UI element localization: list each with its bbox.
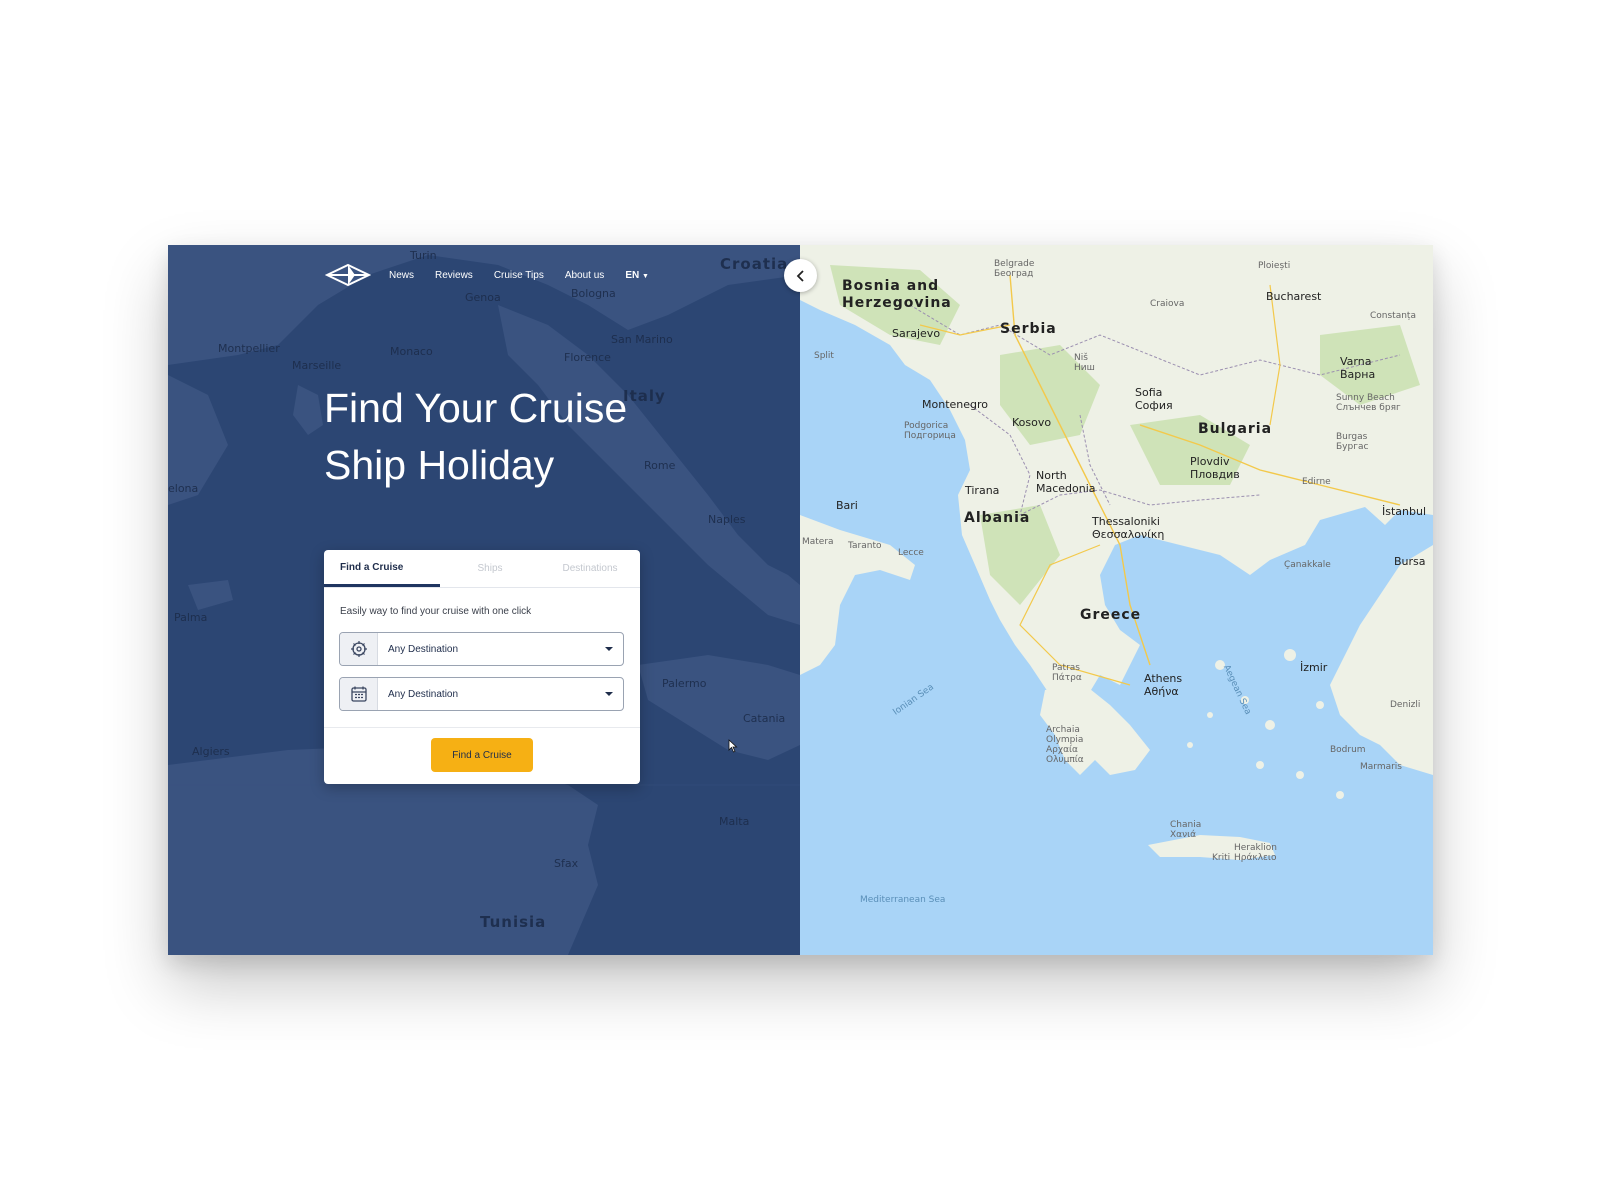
map-label-sunny-beach: Sunny Beach Слънчев бряг xyxy=(1336,393,1401,413)
map-label-sofia: Sofia София xyxy=(1135,386,1173,412)
compass-icon xyxy=(340,633,378,665)
hero-title: Find Your Cruise Ship Holiday xyxy=(324,380,664,494)
map-label-sarajevo: Sarajevo xyxy=(892,327,941,340)
tab-ships[interactable]: Ships xyxy=(440,550,540,587)
search-tabs: Find a Cruise Ships Destinations xyxy=(324,550,640,588)
map-label-monaco: Monaco xyxy=(390,345,433,358)
map-label-marmaris: Marmaris xyxy=(1360,762,1402,772)
map-label-craiova: Craiova xyxy=(1150,299,1185,309)
card-divider xyxy=(324,727,640,728)
map-label-edirne: Edirne xyxy=(1302,477,1331,487)
map-label-florence: Florence xyxy=(564,351,611,364)
map-label-malta: Malta xyxy=(719,815,750,828)
map-label-taranto: Taranto xyxy=(848,541,882,551)
map-label-greece: Greece xyxy=(1080,607,1142,623)
destination-select[interactable]: Any Destination xyxy=(339,632,624,666)
map-label-bosnia: Bosnia and Herzegovina xyxy=(842,278,952,311)
map-label-archaia: Archaia Olympia Αρχαία Ολυμπία xyxy=(1046,725,1084,765)
date-select-value: Any Destination xyxy=(388,688,459,700)
hero-title-line1: Find Your Cruise xyxy=(324,385,628,431)
left-panel: Croatia Turin Genoa Bologna Montpellier … xyxy=(168,245,800,955)
map-label-denizli: Denizli xyxy=(1390,700,1421,710)
map-label-san-marino: San Marino xyxy=(611,333,673,346)
map-label-marseille: Marseille xyxy=(292,359,342,372)
browser-frame: Croatia Turin Genoa Bologna Montpellier … xyxy=(168,245,1433,955)
map-label-bulgaria: Bulgaria xyxy=(1198,421,1273,437)
map-label-bodrum: Bodrum xyxy=(1330,745,1366,755)
map-label-north-macedonia: North Macedonia xyxy=(1036,469,1096,495)
map-label-constanta: Constanța xyxy=(1370,311,1416,321)
map-panel[interactable]: Bosnia and Herzegovina Serbia Sarajevo B… xyxy=(800,245,1433,955)
map-label-bari: Bari xyxy=(836,499,858,512)
map-label-ploiesti: Ploiești xyxy=(1258,261,1291,271)
map-label-patras: Patras Πάτρα xyxy=(1052,663,1082,683)
search-card-subtitle: Easily way to find your cruise with one … xyxy=(340,606,532,617)
map-label-montenegro: Montenegro xyxy=(922,398,989,411)
light-map-background xyxy=(800,245,1433,860)
map-label-palma: Palma xyxy=(174,611,208,624)
tab-destinations[interactable]: Destinations xyxy=(540,550,640,587)
calendar-icon xyxy=(340,678,378,710)
nav-link-cruise-tips[interactable]: Cruise Tips xyxy=(494,270,544,281)
map-label-catania: Catania xyxy=(743,712,786,725)
date-select[interactable]: Any Destination xyxy=(339,677,624,711)
map-label-varna: Varna Варна xyxy=(1340,355,1376,381)
map-label-palermo: Palermo xyxy=(662,677,707,690)
collapse-panel-button[interactable] xyxy=(784,259,817,292)
tab-find-a-cruise[interactable]: Find a Cruise xyxy=(324,550,440,587)
map-label-heraklion: Heraklion Ηράκλειο xyxy=(1234,843,1277,863)
cursor-icon xyxy=(728,739,738,753)
map-label-nis: Niš Ниш xyxy=(1074,353,1095,373)
map-label-izmir: İzmir xyxy=(1300,661,1328,674)
caret-down-icon xyxy=(605,692,613,696)
nav-link-reviews[interactable]: Reviews xyxy=(435,270,473,281)
map-label-canakkale: Çanakkale xyxy=(1284,560,1331,570)
destination-select-value: Any Destination xyxy=(388,643,459,655)
map-label-kriti: Kriti xyxy=(1212,853,1231,863)
map-label-naples: Naples xyxy=(708,513,746,526)
map-label-sfax: Sfax xyxy=(554,857,579,870)
map-label-bologna: Bologna xyxy=(571,287,616,300)
map-label-lecce: Lecce xyxy=(898,548,924,558)
map-label-elona: elona xyxy=(168,482,199,495)
map-label-genoa: Genoa xyxy=(465,291,501,304)
language-label: EN xyxy=(625,269,640,281)
map-label-albania: Albania xyxy=(964,510,1031,526)
language-selector[interactable]: EN ▼ xyxy=(625,270,649,281)
hero-title-line2: Ship Holiday xyxy=(324,442,555,488)
map-label-croatia: Croatia xyxy=(720,255,789,273)
search-card: Find a Cruise Ships Destinations Easily … xyxy=(324,550,640,784)
map-label-bursa: Bursa xyxy=(1394,555,1426,568)
map-label-burgas: Burgas Бургас xyxy=(1336,432,1369,452)
map-label-belgrade: Belgrade Београд xyxy=(994,259,1035,279)
logo-icon[interactable] xyxy=(325,263,371,287)
map-label-istanbul: İstanbul xyxy=(1382,505,1427,518)
caret-down-icon xyxy=(605,647,613,651)
map-label-podgorica: Podgorica Подгорица xyxy=(904,421,956,441)
map-label-turin: Turin xyxy=(410,249,437,262)
map-label-kosovo: Kosovo xyxy=(1012,416,1052,429)
map-label-athens: Athens Αθήνα xyxy=(1144,672,1183,698)
map-label-montpellier: Montpellier xyxy=(218,342,280,355)
map-label-split: Split xyxy=(814,351,834,361)
find-cruise-button[interactable]: Find a Cruise xyxy=(431,738,533,772)
map-label-bucharest: Bucharest xyxy=(1266,290,1322,303)
caret-down-icon: ▼ xyxy=(642,272,649,280)
map-label-tirana: Tirana xyxy=(965,484,1000,497)
nav-link-news[interactable]: News xyxy=(389,270,414,281)
map-label-plovdiv: Plovdiv Пловдив xyxy=(1190,455,1240,481)
map-label-chania: Chania Χανιά xyxy=(1170,820,1202,840)
map-label-serbia: Serbia xyxy=(1000,321,1057,337)
chevron-left-icon xyxy=(796,269,804,282)
map-label-mediterranean: Mediterranean Sea xyxy=(860,895,946,905)
nav-link-about-us[interactable]: About us xyxy=(565,270,604,281)
map-label-thessaloniki: Thessaloniki Θεσσαλονίκη xyxy=(1092,515,1165,541)
top-nav: News Reviews Cruise Tips About us EN ▼ xyxy=(325,263,649,287)
map-label-algiers: Algiers xyxy=(192,745,230,758)
map-label-matera: Matera xyxy=(802,537,834,547)
map-label-tunisia: Tunisia xyxy=(480,913,547,931)
